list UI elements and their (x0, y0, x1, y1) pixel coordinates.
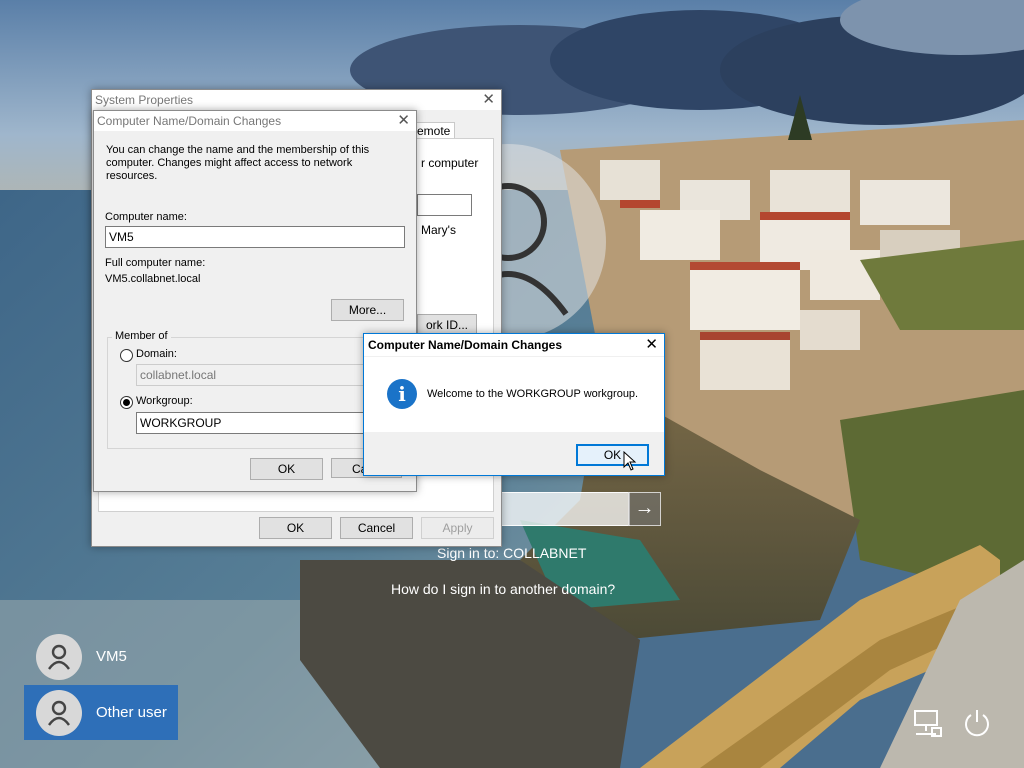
partial-computer-text: r computer (421, 156, 479, 170)
domain-field[interactable]: collabnet.local (136, 364, 367, 386)
description-text: You can change the name and the membersh… (106, 144, 370, 182)
message-area: i Welcome to the WORKGROUP workgroup. (364, 357, 664, 432)
close-icon[interactable]: ✕ (482, 91, 495, 109)
user-avatar-icon (36, 633, 82, 680)
close-icon[interactable]: ✕ (645, 336, 658, 354)
info-icon: i (387, 379, 417, 409)
ok-button[interactable]: OK (576, 444, 649, 466)
network-icon[interactable] (910, 706, 944, 740)
more-button[interactable]: More... (331, 299, 404, 321)
user-tile-label: VM5 (96, 648, 127, 665)
partial-full-name-text: Mary's (421, 223, 456, 237)
workgroup-label: Workgroup: (136, 395, 193, 407)
full-name-value: VM5.collabnet.local (105, 273, 201, 285)
member-of-label: Member of (112, 330, 171, 342)
workgroup-field[interactable]: WORKGROUP (136, 412, 367, 434)
other-domain-link[interactable]: How do I sign in to another domain? (391, 581, 615, 597)
window-title: System Properties (95, 93, 194, 107)
full-name-label: Full computer name: (105, 257, 206, 269)
sign-in-domain-text: Sign in to: COLLABNET (437, 545, 587, 561)
domain-radio[interactable] (120, 349, 133, 362)
cancel-button[interactable]: Cancel (340, 517, 413, 539)
user-avatar-icon (36, 689, 82, 736)
mouse-cursor-icon (623, 451, 637, 471)
welcome-titlebar[interactable]: Computer Name/Domain Changes (364, 334, 664, 356)
close-icon[interactable]: ✕ (397, 112, 410, 130)
system-properties-titlebar[interactable]: System Properties (92, 90, 501, 110)
computer-description-field[interactable] (417, 194, 472, 216)
ok-button[interactable]: OK (250, 458, 323, 480)
arrow-right-icon: → (634, 497, 655, 519)
ok-button[interactable]: OK (259, 517, 332, 539)
apply-button[interactable]: Apply (421, 517, 494, 539)
submit-arrow-button[interactable]: → (628, 492, 661, 526)
user-tile-other-user[interactable]: Other user (24, 685, 178, 740)
domain-label: Domain: (136, 348, 177, 360)
power-icon[interactable] (960, 706, 994, 740)
user-tile-label: Other user (96, 704, 167, 721)
computer-name-label: Computer name: (105, 211, 187, 223)
computer-name-field[interactable]: VM5 (105, 226, 405, 248)
window-title: Computer Name/Domain Changes (97, 114, 282, 128)
window-title: Computer Name/Domain Changes (368, 338, 563, 352)
user-tile-vm5[interactable]: VM5 (24, 629, 178, 684)
password-field[interactable] (488, 492, 630, 526)
welcome-message: Welcome to the WORKGROUP workgroup. (427, 388, 639, 400)
workgroup-radio[interactable] (120, 396, 133, 409)
welcome-message-box: Computer Name/Domain Changes ✕ i Welcome… (363, 333, 665, 476)
name-changes-titlebar[interactable]: Computer Name/Domain Changes (94, 111, 416, 131)
